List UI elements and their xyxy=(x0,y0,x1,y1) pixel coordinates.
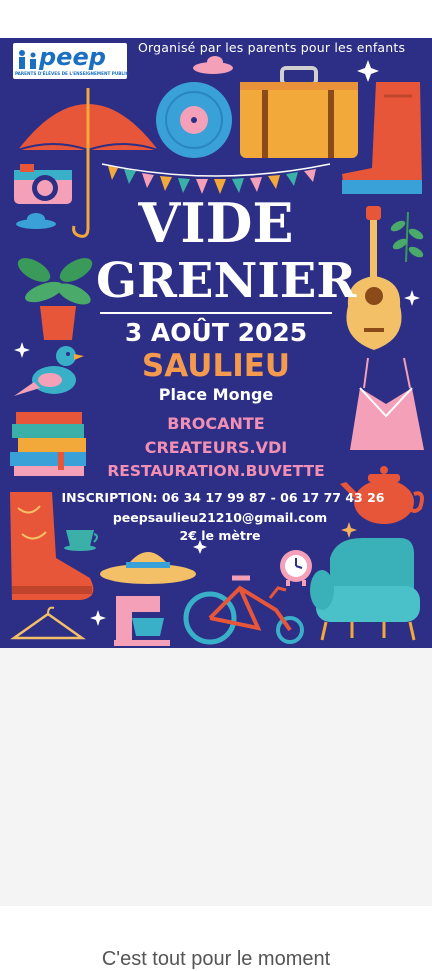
price-info: 2€ le mètre xyxy=(179,528,261,543)
logo-name: peep xyxy=(39,43,106,71)
activity-item: CREATEURS.VDI xyxy=(144,438,288,457)
leaf-icon xyxy=(390,211,424,263)
vinyl-record-icon xyxy=(156,82,232,158)
event-place: Place Monge xyxy=(158,385,274,404)
hat-icon xyxy=(100,552,196,584)
end-of-feed: C'est tout pour le moment xyxy=(0,906,432,970)
organiser-line: Organisé par les parents pour les enfant… xyxy=(138,40,406,55)
dress-icon xyxy=(350,357,424,450)
suitcase-icon xyxy=(240,66,358,158)
bicycle-icon xyxy=(183,575,304,645)
activity-item: BROCANTE xyxy=(167,414,265,433)
armchair-icon xyxy=(310,538,420,641)
mixer-icon xyxy=(114,596,170,646)
contact-email: peepsaulieu21210@gmail.com xyxy=(112,510,328,525)
event-poster[interactable]: peep PARENTS D'ÉLÈVES DE L'ENSEIGNEMENT … xyxy=(0,38,432,648)
cup-icon xyxy=(64,530,98,551)
title-line-1: VIDE xyxy=(138,191,294,255)
divider xyxy=(100,312,332,314)
bird-icon xyxy=(14,346,84,396)
plant-icon xyxy=(17,258,93,340)
bunting-icon xyxy=(101,163,331,194)
cloud-icon xyxy=(193,56,233,74)
peep-logo[interactable]: peep PARENTS D'ÉLÈVES DE L'ENSEIGNEMENT … xyxy=(13,43,129,79)
activity-item: RESTAURATION.BUVETTE xyxy=(107,462,325,480)
top-bar xyxy=(0,0,432,38)
logo-subtitle: PARENTS D'ÉLÈVES DE L'ENSEIGNEMENT PUBLI… xyxy=(15,71,129,76)
event-city: SAULIEU xyxy=(141,348,291,384)
empty-area xyxy=(0,648,432,906)
family-icon xyxy=(19,50,36,69)
camera-icon xyxy=(14,164,72,204)
inscription-phones: INSCRIPTION: 06 34 17 99 87 - 06 17 77 4… xyxy=(61,490,385,505)
cloud-icon xyxy=(16,213,56,229)
event-date: 3 AOÛT 2025 xyxy=(124,318,308,347)
title-line-2: GRENIER xyxy=(96,253,357,309)
clock-icon xyxy=(280,550,312,586)
hanger-icon xyxy=(10,606,86,640)
books-icon xyxy=(10,412,86,476)
